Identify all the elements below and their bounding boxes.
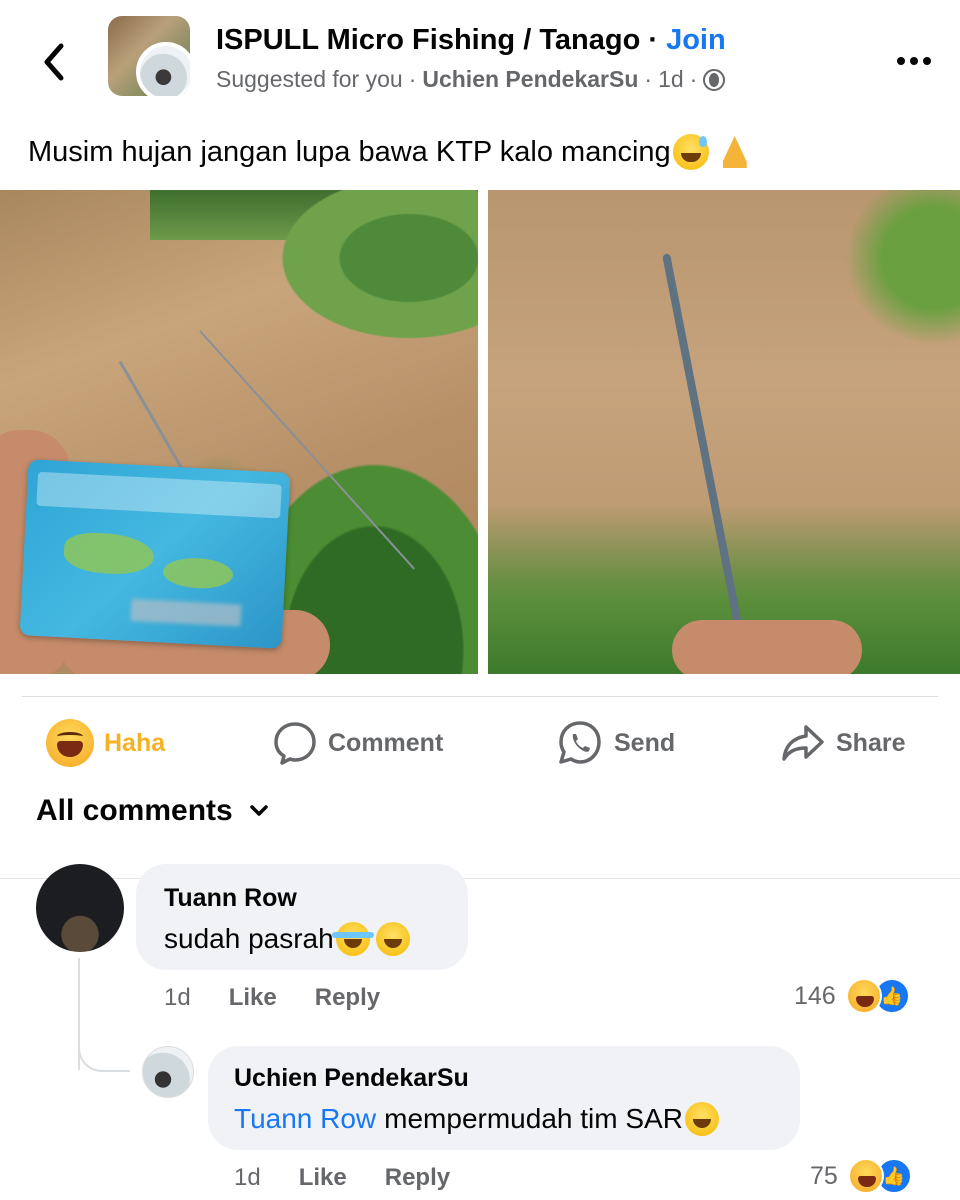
reaction-count: 146 xyxy=(794,981,836,1010)
caption-text: Musim hujan jangan lupa bawa KTP kalo ma… xyxy=(28,135,671,168)
post-header: ISPULL Micro Fishing / Tanago · Join Sug… xyxy=(0,0,960,120)
subline-dot: · xyxy=(689,66,698,92)
comments-filter-dropdown[interactable]: All comments xyxy=(36,794,269,828)
haha-icon xyxy=(845,978,882,1014)
author-link[interactable]: Uchien PendekarSu xyxy=(422,66,638,93)
post-time[interactable]: 1d xyxy=(658,66,684,93)
send-button[interactable]: Send xyxy=(556,718,675,768)
comment-body: sudah pasrah xyxy=(164,923,334,954)
group-name-link[interactable]: ISPULL Micro Fishing / Tanago xyxy=(216,24,640,56)
haha-reaction-button[interactable]: Haha xyxy=(46,718,165,768)
reaction-summary[interactable]: 146 👍 xyxy=(794,978,910,1014)
comment-meta: 1d Like Reply xyxy=(164,984,380,1012)
comment-text: sudah pasrah xyxy=(164,922,410,956)
avatar[interactable] xyxy=(142,1046,194,1098)
suggested-label: Suggested for you xyxy=(216,66,403,92)
reply-thread-connector xyxy=(78,1030,130,1072)
title-separator: · xyxy=(640,24,667,56)
comment-icon xyxy=(274,722,316,765)
more-horizontal-icon xyxy=(897,57,905,65)
folded-hands-emoji-icon xyxy=(717,134,753,170)
group-title: ISPULL Micro Fishing / Tanago · Join xyxy=(216,24,726,57)
subline-dot: · xyxy=(408,66,417,92)
like-button[interactable]: Like xyxy=(229,984,277,1012)
post-subline: Suggested for you · Uchien PendekarSu · … xyxy=(216,66,726,93)
share-arrow-icon xyxy=(782,725,824,761)
globe-icon xyxy=(703,68,726,91)
subline-dot: · xyxy=(644,66,653,92)
author-avatar[interactable] xyxy=(136,42,190,96)
post-photo-rod[interactable] xyxy=(488,190,960,674)
comment-button[interactable]: Comment xyxy=(272,718,443,768)
grinning-sweat-emoji-icon xyxy=(684,1102,719,1136)
reaction-summary[interactable]: 75 👍 xyxy=(810,1158,912,1194)
haha-icon xyxy=(847,1158,884,1194)
share-label: Share xyxy=(836,728,906,757)
like-button[interactable]: Like xyxy=(299,1164,347,1192)
rolling-laughing-emoji-icon xyxy=(375,922,410,956)
reaction-count: 75 xyxy=(810,1161,838,1190)
chevron-down-icon xyxy=(249,805,268,816)
ktp-id-card xyxy=(19,459,291,649)
comment-meta: 1d Like Reply xyxy=(234,1164,450,1192)
comment-author[interactable]: Tuann Row xyxy=(164,884,297,913)
comments-filter-label: All comments xyxy=(36,794,233,827)
send-label: Send xyxy=(614,728,676,757)
reply-button[interactable]: Reply xyxy=(315,984,380,1012)
join-button[interactable]: Join xyxy=(666,24,726,56)
haha-label: Haha xyxy=(104,728,166,757)
back-button[interactable] xyxy=(34,40,74,84)
comment-time[interactable]: 1d xyxy=(164,984,191,1012)
group-avatar[interactable] xyxy=(108,16,190,96)
haha-icon xyxy=(46,719,94,767)
share-button[interactable]: Share xyxy=(780,718,905,768)
post-caption: Musim hujan jangan lupa bawa KTP kalo ma… xyxy=(28,134,753,170)
avatar[interactable] xyxy=(36,864,124,952)
chevron-left-icon xyxy=(44,43,64,81)
comment-label: Comment xyxy=(328,728,444,757)
more-options-button[interactable] xyxy=(890,46,938,76)
whatsapp-icon xyxy=(559,721,601,764)
comment-author[interactable]: Uchien PendekarSu xyxy=(234,1064,469,1093)
comment-text: Tuann Row mempermudah tim SAR xyxy=(234,1102,719,1136)
tears-of-joy-emoji-icon xyxy=(331,922,374,956)
comment-body: mempermudah tim SAR xyxy=(384,1103,683,1134)
comment-time[interactable]: 1d xyxy=(234,1164,261,1192)
grinning-sweat-emoji-icon xyxy=(672,134,709,170)
reaction-divider xyxy=(22,696,938,697)
reply-button[interactable]: Reply xyxy=(385,1164,450,1192)
mention-link[interactable]: Tuann Row xyxy=(234,1103,376,1135)
